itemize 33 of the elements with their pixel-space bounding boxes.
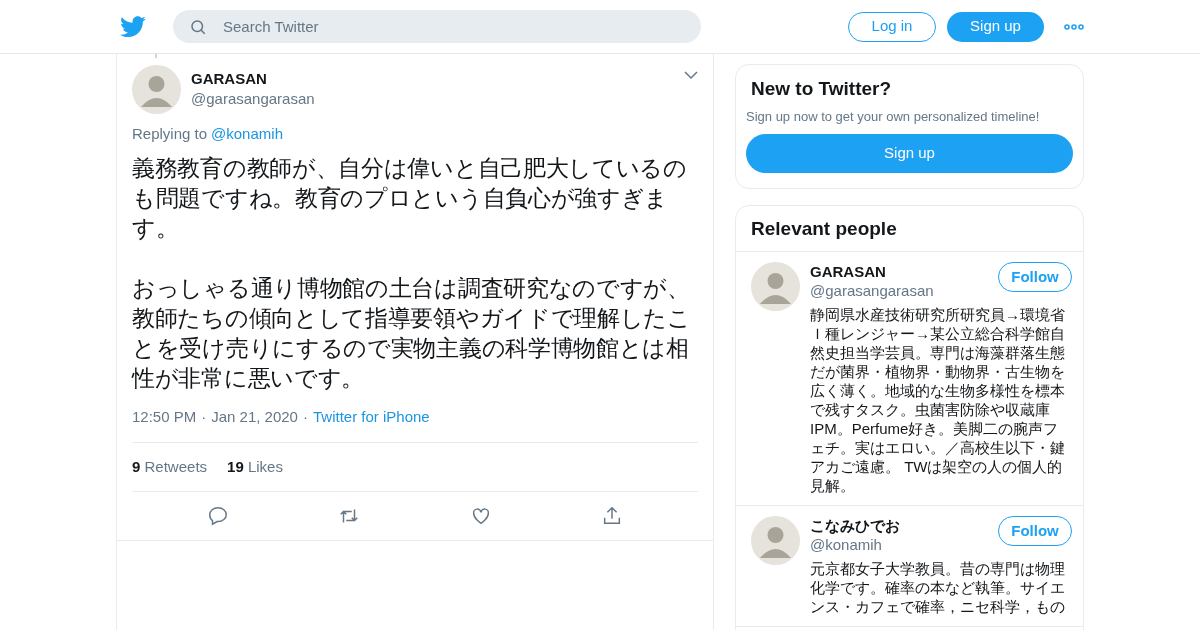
person-bio: 静岡県水産技術研究所研究員→環境省Ｉ種レンジャー→某公立総合科学館自然史担当学芸員。専門は海藻群落生態だが菌界・植物界・動物界・古生物を広く薄く。地域的な生物多様性を標本で残すタスク。虫菌害防除や収蔵庫IPM。Perfume好き。美脚二の腕声フェチ。実はエロい。／高校生以下・鍵アカご遠慮。 TWは架空の人の個人的見解。 [810, 305, 1066, 495]
sign-up-button[interactable]: Sign up [746, 134, 1073, 173]
chevron-down-icon[interactable] [684, 70, 698, 80]
tweet-text: 義務教育の教師が、自分は偉いと自己肥大しているのも問題ですね。教育のプロという自負心が強すぎます。 [132, 155, 688, 243]
more-icon[interactable] [1064, 23, 1084, 30]
person-name[interactable]: こなみひでお [810, 516, 900, 535]
person-name[interactable]: GARASAN [810, 262, 934, 281]
author-name[interactable]: GARASAN [191, 69, 315, 89]
card-title: Relevant people [736, 206, 1083, 252]
person-bio: 元京都女子大学教員。昔の専門は物理化学です。確率の本など執筆。サイエンス・カフェで確率，ニセ科学，もの [810, 559, 1066, 616]
separator-dot: · [302, 407, 308, 427]
person-handle[interactable]: @garasangarasan [810, 281, 934, 301]
avatar [751, 262, 800, 311]
search-field[interactable]: Search Twitter [173, 10, 701, 43]
separator-dot: · [201, 407, 207, 427]
source-link[interactable]: Twitter for iPhone [312, 407, 430, 427]
avatar [751, 516, 800, 565]
tweet-text: おっしゃる通り博物館の土台は調査研究なのですが、教師たちの傾向として指導要領やガイドで理解したことを受け売りにするので実物主義の科学博物館とは相性が非常に悪いです。 [132, 275, 692, 393]
mention-link[interactable]: @konamih [211, 124, 283, 144]
author-handle[interactable]: @garasangarasan [191, 89, 315, 109]
bird-logo-icon[interactable] [120, 15, 146, 38]
card-title: New to Twitter? [750, 77, 893, 100]
sign-up-button[interactable]: Sign up [947, 11, 1044, 42]
reply-icon[interactable] [206, 505, 229, 527]
tweet-time[interactable]: 12:50 PM [132, 407, 197, 427]
tweet-date[interactable]: Jan 21, 2020 [211, 407, 298, 427]
stat-link[interactable]: 9 Retweets [132, 457, 208, 477]
stat-link[interactable]: 19 Likes [227, 457, 283, 477]
replying-label: Replying to [132, 124, 208, 144]
avatar [132, 65, 181, 114]
person-handle[interactable]: @konamih [810, 535, 900, 555]
card-text: Sign up now to get your own personalized timeline! [746, 108, 1041, 126]
search-icon [189, 18, 207, 36]
